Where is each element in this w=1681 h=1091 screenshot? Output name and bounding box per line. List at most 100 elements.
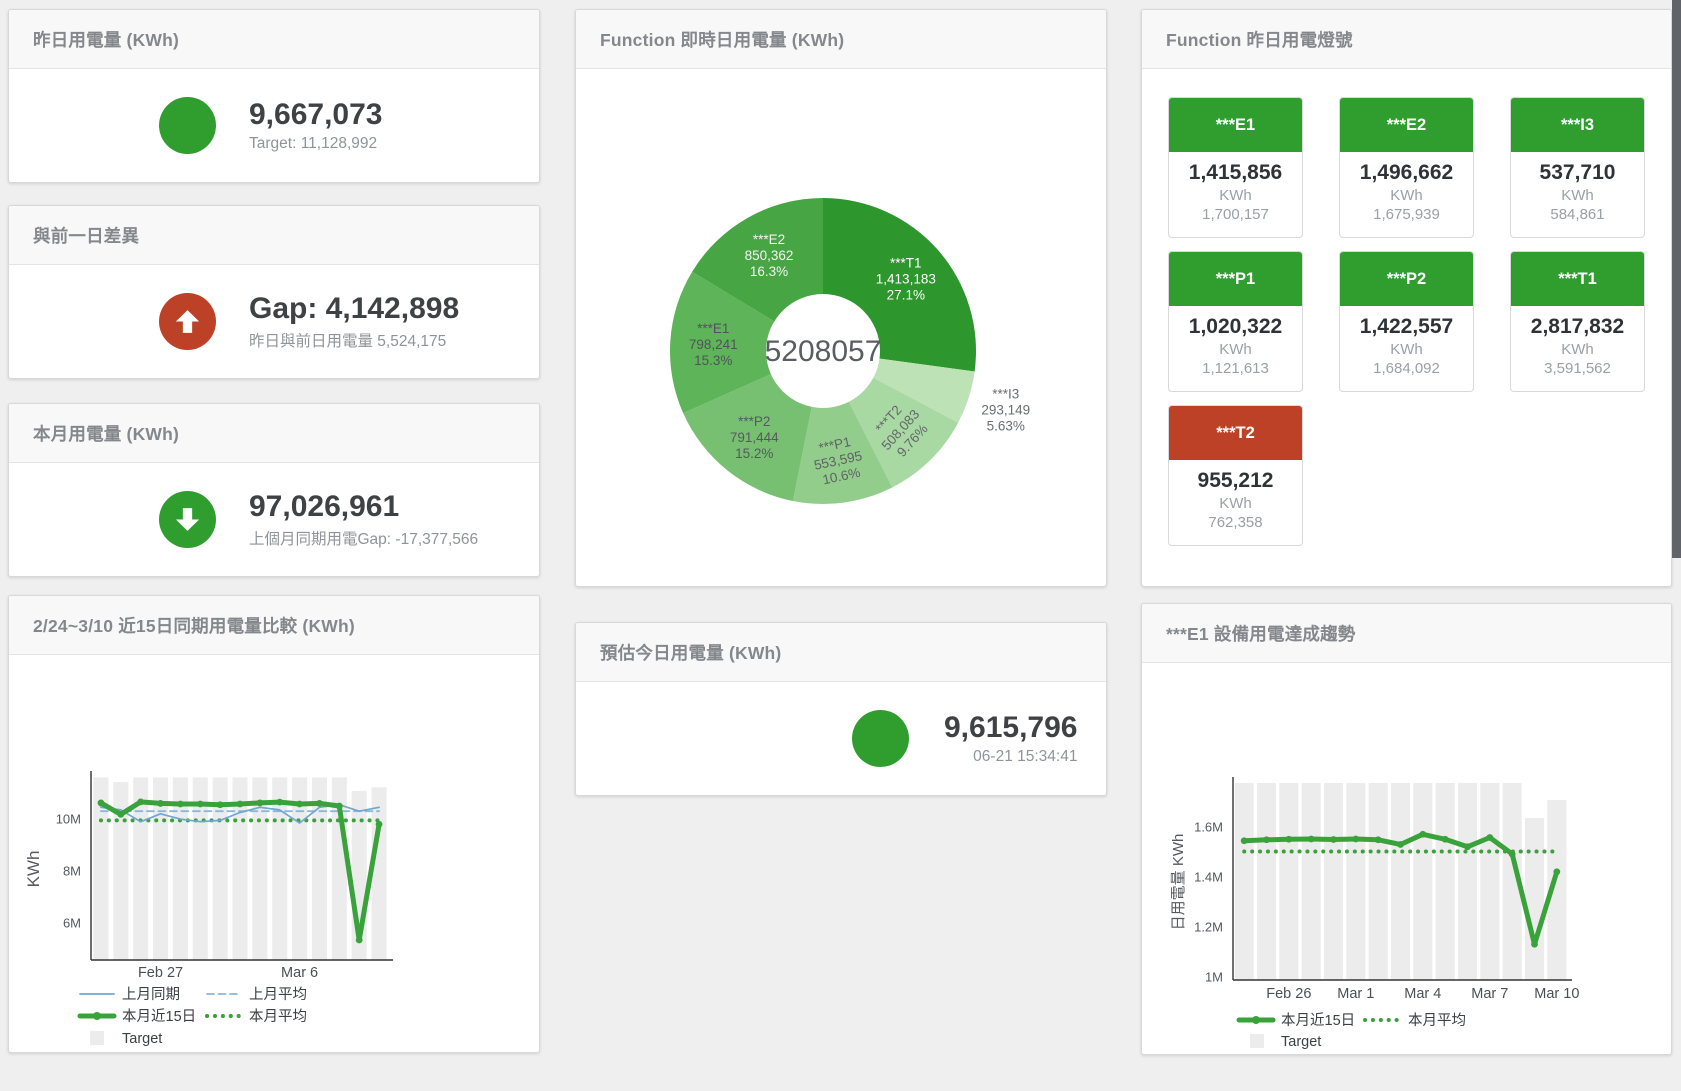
status-tile-grid: ***E1 1,415,856 KWh 1,700,157 ***E2 1,49…: [1168, 69, 1645, 546]
card-compare-chart: 2/24~3/10 近15日同期用電量比較 (KWh) 6M8M10MFeb 2…: [8, 595, 540, 1053]
card-e1-trend: ***E1 設備用電達成趨勢 1M 1.2M 1.4M 1.6M Feb 26 Mar 1…: [1141, 603, 1672, 1055]
legend-item-本月平均[interactable]: 本月平均: [207, 1008, 307, 1025]
card-month-usage: 本月用電量 (KWh) 97,026,961 上個月同期用電Gap: -17,3…: [8, 403, 540, 577]
tile-p1-header: ***P1: [1169, 252, 1302, 306]
tile-t2-target: 762,358: [1169, 514, 1302, 531]
status-tile-t2: ***T2 955,212 KWh 762,358: [1168, 405, 1303, 546]
card-estimate-title: 預估今日用電量 (KWh): [600, 640, 781, 665]
estimate-value: 9,615,796: [944, 711, 1077, 746]
x-tick-label: Mar 10: [1534, 986, 1579, 1002]
energy-dashboard: 昨日用電量 (KWh) 9,667,073 Target: 11,128,992…: [0, 0, 1681, 1091]
svg-text:本月平均: 本月平均: [1408, 1012, 1466, 1029]
status-tile-p1: ***P1 1,020,322 KWh 1,121,613: [1168, 251, 1303, 392]
compare-line-chart[interactable]: 6M8M10MFeb 27Mar 6KWh上月同期上月平均本月近15日本月平均T…: [9, 655, 541, 1054]
tile-t1-unit: KWh: [1511, 341, 1644, 358]
svg-text:Target: Target: [1281, 1034, 1321, 1050]
tile-i3-header: ***I3: [1511, 98, 1644, 152]
arrow-down-circle-icon: [159, 491, 216, 548]
tile-e2-value: 1,496,662: [1340, 161, 1473, 185]
card-estimate-header[interactable]: 預估今日用電量 (KWh): [576, 623, 1106, 682]
svg-text:Target: Target: [122, 1031, 162, 1047]
tile-i3-unit: KWh: [1511, 187, 1644, 204]
legend-item-本月近15日[interactable]: 本月近15日: [80, 1008, 196, 1025]
svg-text:本月近15日: 本月近15日: [122, 1008, 196, 1025]
tile-i3-target: 584,861: [1511, 206, 1644, 223]
card-estimate-body: 9,615,796 06-21 15:34:41: [576, 682, 1106, 795]
tile-t2-unit: KWh: [1169, 495, 1302, 512]
card-yesterday-usage: 昨日用電量 (KWh) 9,667,073 Target: 11,128,992: [8, 9, 540, 183]
tile-p2-unit: KWh: [1340, 341, 1473, 358]
tile-e1-value: 1,415,856: [1169, 161, 1302, 185]
tile-e2-header: ***E2: [1340, 98, 1473, 152]
card-yesterday-header[interactable]: 昨日用電量 (KWh): [9, 10, 539, 69]
legend-item-本月近15日[interactable]: 本月近15日: [1239, 1012, 1355, 1029]
card-lights-title: Function 昨日用電燈號: [1166, 27, 1353, 52]
card-compare-header[interactable]: 2/24~3/10 近15日同期用電量比較 (KWh): [9, 596, 539, 655]
card-day-gap-header[interactable]: 與前一日差異: [9, 206, 539, 265]
tile-e1-header: ***E1: [1169, 98, 1302, 152]
card-donut-header[interactable]: Function 即時日用電量 (KWh): [576, 10, 1106, 69]
tile-p2-header: ***P2: [1340, 252, 1473, 306]
month-usage-sub: 上個月同期用電Gap: -17,377,566: [249, 527, 478, 549]
tile-p2-value: 1,422,557: [1340, 315, 1473, 339]
green-status-circle-icon: [852, 710, 909, 767]
x-tick-label: Mar 7: [1471, 986, 1508, 1002]
legend-item-上月平均[interactable]: 上月平均: [207, 986, 307, 1003]
card-trend-header[interactable]: ***E1 設備用電達成趨勢: [1142, 604, 1671, 663]
tile-p1-target: 1,121,613: [1169, 360, 1302, 377]
tile-e1-unit: KWh: [1169, 187, 1302, 204]
tile-t1-header: ***T1: [1511, 252, 1644, 306]
tile-i3-value: 537,710: [1511, 161, 1644, 185]
legend-item-Target[interactable]: Target: [90, 1031, 162, 1047]
y-tick-label: 1.2M: [1194, 920, 1223, 935]
x-tick-label: Mar 1: [1337, 986, 1374, 1002]
e1-trend-line-chart[interactable]: 1M1.2M1.4M1.6MFeb 26Mar 1Mar 4Mar 7Mar 1…: [1142, 663, 1673, 1055]
svg-text:本月平均: 本月平均: [249, 1008, 307, 1025]
tile-e2-unit: KWh: [1340, 187, 1473, 204]
y-tick-label: 1M: [1205, 970, 1223, 985]
status-tile-p2: ***P2 1,422,557 KWh 1,684,092: [1339, 251, 1474, 392]
card-trend-title: ***E1 設備用電達成趨勢: [1166, 621, 1356, 646]
status-tile-e1: ***E1 1,415,856 KWh 1,700,157: [1168, 97, 1303, 238]
card-day-gap-title: 與前一日差異: [33, 223, 139, 248]
status-tile-i3: ***I3 537,710 KWh 584,861: [1510, 97, 1645, 238]
card-compare-title: 2/24~3/10 近15日同期用電量比較 (KWh): [33, 613, 355, 638]
legend-item-Target[interactable]: Target: [1250, 1034, 1321, 1050]
svg-text:本月近15日: 本月近15日: [1281, 1012, 1355, 1029]
card-donut-title: Function 即時日用電量 (KWh): [600, 27, 844, 52]
up-arrow-glyph: [172, 306, 203, 337]
vertical-scrollbar-thumb[interactable]: [1672, 0, 1681, 558]
y-tick-label: 1.6M: [1194, 820, 1223, 835]
card-status-lights: Function 昨日用電燈號 ***E1 1,415,856 KWh 1,70…: [1141, 9, 1672, 587]
tile-t1-value: 2,817,832: [1511, 315, 1644, 339]
arrow-up-circle-icon: [159, 293, 216, 350]
y-tick-label: 6M: [63, 916, 81, 931]
svg-text:上月同期: 上月同期: [122, 986, 180, 1003]
card-yesterday-title: 昨日用電量 (KWh): [33, 27, 179, 52]
tile-p2-target: 1,684,092: [1340, 360, 1473, 377]
tile-t1-target: 3,591,562: [1511, 360, 1644, 377]
status-tile-t1: ***T1 2,817,832 KWh 3,591,562: [1510, 251, 1645, 392]
yesterday-value: 9,667,073: [249, 98, 382, 133]
card-estimate-today: 預估今日用電量 (KWh) 9,615,796 06-21 15:34:41: [575, 622, 1107, 796]
day-gap-sub: 昨日與前日用電量 5,524,175: [249, 329, 459, 351]
x-tick-label: Feb 26: [1266, 986, 1311, 1002]
card-day-gap: 與前一日差異 Gap: 4,142,898 昨日與前日用電量 5,524,175: [8, 205, 540, 379]
y-axis-title: KWh: [24, 851, 43, 888]
tile-p1-unit: KWh: [1169, 341, 1302, 358]
tile-t2-header: ***T2: [1169, 406, 1302, 460]
function-donut-chart[interactable]: ***T11,413,18327.1%***I3293,1495.63%***T…: [576, 69, 1108, 588]
status-tile-e2: ***E2 1,496,662 KWh 1,675,939: [1339, 97, 1474, 238]
y-tick-label: 1.4M: [1194, 870, 1223, 885]
legend-item-上月同期[interactable]: 上月同期: [80, 986, 180, 1003]
x-tick-label: Mar 6: [281, 965, 318, 981]
card-month-usage-header[interactable]: 本月用電量 (KWh): [9, 404, 539, 463]
estimate-timestamp: 06-21 15:34:41: [944, 748, 1077, 766]
x-tick-label: Feb 27: [138, 965, 183, 981]
svg-text:上月平均: 上月平均: [249, 986, 307, 1003]
card-lights-header[interactable]: Function 昨日用電燈號: [1142, 10, 1671, 69]
card-function-donut: Function 即時日用電量 (KWh) ***T11,413,18327.1…: [575, 9, 1107, 587]
legend-item-本月平均[interactable]: 本月平均: [1365, 1012, 1466, 1029]
card-month-usage-title: 本月用電量 (KWh): [33, 421, 179, 446]
month-usage-value: 97,026,961: [249, 490, 478, 525]
